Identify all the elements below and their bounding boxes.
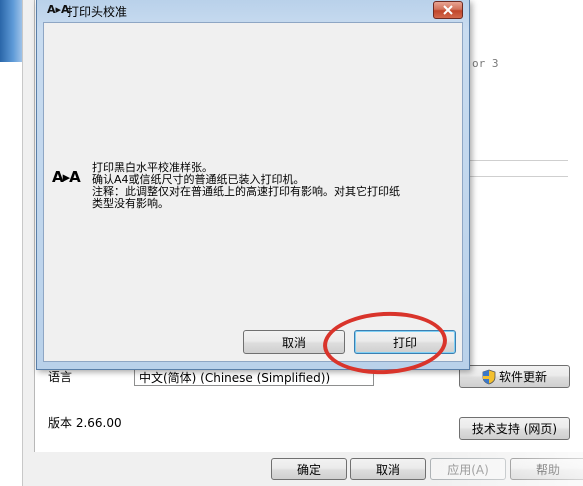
close-icon xyxy=(443,5,453,15)
desktop-strip xyxy=(0,0,22,486)
dialog-message: 打印黑白水平校准样张。 确认A4或信纸尺寸的普通纸已装入打印机。 注释：此调整仅… xyxy=(92,162,452,210)
aa-icon: A▸A xyxy=(52,168,81,186)
message-line: 类型没有影响。 xyxy=(92,197,169,210)
software-update-label: 软件更新 xyxy=(498,370,547,384)
ok-button[interactable]: 确定 xyxy=(271,458,347,480)
dialog-title: 打印头校准 xyxy=(67,5,128,19)
head-alignment-dialog: A▸A 打印头校准 A▸A 打印黑白水平校准样张。 确认A4或信纸尺寸的普通纸已… xyxy=(36,0,470,370)
tech-support-button[interactable]: 技术支持 (网页) xyxy=(459,417,570,440)
shield-icon xyxy=(482,369,496,384)
background-divider xyxy=(468,176,568,177)
cancel-button[interactable]: 取消 xyxy=(350,458,426,480)
apply-button[interactable]: 应用(A) xyxy=(430,458,506,480)
version-label: 版本 2.66.00 xyxy=(48,416,122,430)
language-label: 语言 xyxy=(48,370,73,384)
dialog-body: A▸A 打印黑白水平校准样张。 确认A4或信纸尺寸的普通纸已装入打印机。 注释：… xyxy=(43,22,463,362)
software-update-button[interactable]: 软件更新 xyxy=(459,365,570,388)
help-button[interactable]: 帮助 xyxy=(510,458,583,480)
print-button[interactable]: 打印 xyxy=(354,330,456,354)
background-partial-text: or 3 xyxy=(472,57,499,70)
close-button[interactable] xyxy=(433,1,463,19)
background-divider xyxy=(468,160,568,161)
dialog-cancel-button[interactable]: 取消 xyxy=(243,330,345,354)
